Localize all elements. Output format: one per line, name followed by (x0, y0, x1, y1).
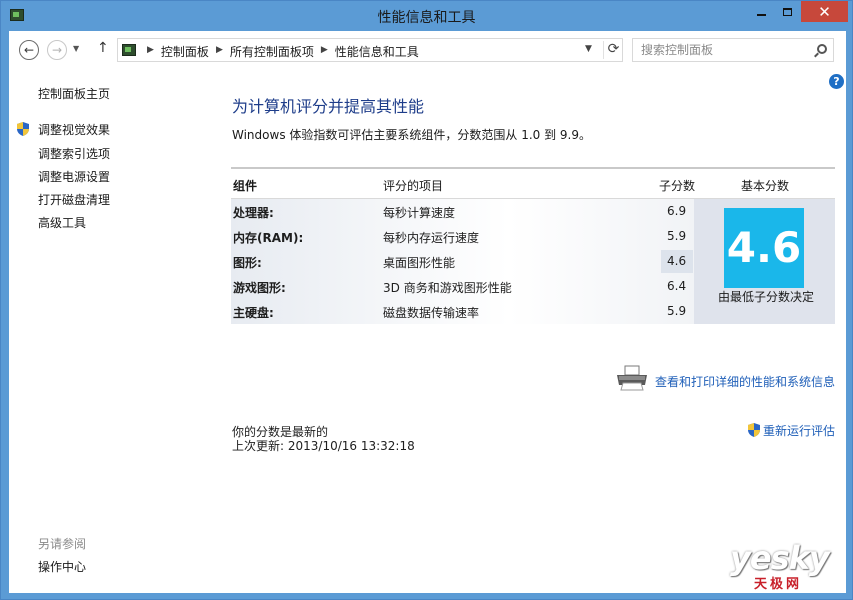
subscore-value: 4.6 (667, 254, 687, 268)
component-name: 图形: (233, 256, 262, 270)
sidebar-link-disk-cleanup[interactable]: 打开磁盘清理 (38, 191, 110, 208)
last-updated: 上次更新: 2013/10/16 13:32:18 (232, 439, 415, 453)
sidebar-link-power-settings[interactable]: 调整电源设置 (38, 168, 110, 185)
uac-shield-icon (17, 122, 29, 136)
help-icon[interactable]: ? (829, 74, 844, 89)
page-subtitle: Windows 体验指数可评估主要系统组件，分数范围从 1.0 到 9.9。 (232, 128, 591, 142)
page-title: 为计算机评分并提高其性能 (232, 97, 425, 116)
rated-item: 每秒内存运行速度 (383, 231, 480, 245)
component-name: 主硬盘: (233, 306, 274, 320)
title-bar[interactable]: 性能信息和工具 ✕ (1, 1, 852, 31)
window: 性能信息和工具 ✕ ← → ▼ ↑ ▶ 控制面板 ▶ 所有控制面板项 ▶ 性能信… (0, 0, 853, 600)
minimize-button[interactable] (748, 1, 774, 22)
breadcrumb-separator-icon[interactable]: ▶ (216, 43, 223, 60)
table-row: 内存(RAM): 每秒内存运行速度 5.9 (231, 224, 694, 249)
view-print-details-link[interactable]: 查看和打印详细的性能和系统信息 (655, 373, 835, 390)
address-dropdown-chevron-icon[interactable]: ▼ (585, 44, 592, 54)
base-score-panel: 4.6 由最低子分数决定 (694, 199, 835, 324)
control-panel-icon (122, 44, 136, 56)
breadcrumb-separator-icon[interactable]: ▶ (321, 43, 328, 60)
rated-item: 桌面图形性能 (383, 256, 456, 270)
address-bar[interactable]: ▶ 控制面板 ▶ 所有控制面板项 ▶ 性能信息和工具 ▼ ⟳ (117, 38, 623, 62)
search-icon[interactable] (817, 44, 827, 54)
component-name: 内存(RAM): (233, 231, 304, 245)
table-row-lowest: 图形: 桌面图形性能 4.6 (231, 249, 694, 274)
rated-item: 每秒计算速度 (383, 206, 456, 220)
table-row: 主硬盘: 磁盘数据传输速率 5.9 (231, 299, 694, 324)
arrow-right-icon: → (51, 43, 63, 57)
table-row: 处理器: 每秒计算速度 6.9 (231, 199, 694, 224)
watermark-subtitle: 天极网 (754, 577, 803, 592)
base-score-caption: 由最低子分数决定 (717, 290, 814, 304)
uac-shield-icon (748, 423, 760, 437)
subscore-value: 5.9 (667, 229, 687, 243)
table-body: 处理器: 每秒计算速度 6.9 内存(RAM): 每秒内存运行速度 5.9 图形… (231, 199, 694, 324)
component-name: 处理器: (233, 206, 274, 220)
breadcrumb-item-performance[interactable]: 性能信息和工具 (335, 43, 419, 60)
search-input[interactable] (641, 40, 811, 60)
rated-item: 3D 商务和游戏图形性能 (383, 281, 512, 295)
arrow-left-icon: ← (23, 43, 35, 57)
main-content: 为计算机评分并提高其性能 Windows 体验指数可评估主要系统组件，分数范围从… (231, 69, 837, 593)
breadcrumb-separator-icon[interactable]: ▶ (147, 43, 154, 60)
navigation-bar: ← → ▼ ↑ ▶ 控制面板 ▶ 所有控制面板项 ▶ 性能信息和工具 ▼ ⟳ (9, 31, 846, 69)
column-header-basescore: 基本分数 (741, 179, 790, 193)
rerun-assessment-link[interactable]: 重新运行评估 (763, 422, 835, 439)
breadcrumb-item-all-items[interactable]: 所有控制面板项 (230, 43, 314, 60)
table-header: 组件 评分的项目 子分数 基本分数 (231, 169, 835, 199)
see-also-heading: 另请参阅 (38, 537, 87, 551)
table-row: 游戏图形: 3D 商务和游戏图形性能 6.4 (231, 274, 694, 299)
minimize-icon (756, 13, 766, 16)
maximize-button[interactable] (774, 1, 800, 22)
rated-item: 磁盘数据传输速率 (383, 306, 480, 320)
watermark: yesky 天极网 (730, 539, 840, 592)
sidebar-link-indexing-options[interactable]: 调整索引选项 (38, 145, 110, 162)
sidebar-link-control-panel-home[interactable]: 控制面板主页 (38, 85, 110, 102)
column-header-subscore: 子分数 (659, 179, 696, 193)
base-score-tile: 4.6 (724, 208, 804, 288)
subscore-value: 6.9 (667, 204, 687, 218)
recent-locations-chevron-icon[interactable]: ▼ (73, 44, 79, 53)
breadcrumb: ▶ 控制面板 ▶ 所有控制面板项 ▶ 性能信息和工具 (140, 43, 419, 60)
refresh-button[interactable]: ⟳ (603, 41, 623, 59)
breadcrumb-item-control-panel[interactable]: 控制面板 (161, 43, 209, 60)
forward-button[interactable]: → (47, 40, 67, 60)
close-icon: ✕ (818, 2, 831, 21)
sidebar-link-action-center[interactable]: 操作中心 (38, 558, 86, 575)
window-title: 性能信息和工具 (377, 10, 476, 26)
back-button[interactable]: ← (19, 40, 39, 60)
component-name: 游戏图形: (233, 281, 286, 295)
subscore-value: 5.9 (667, 304, 687, 318)
sidebar: 控制面板主页 调整视觉效果 调整索引选项 调整电源设置 打开磁盘清理 高级工具 … (9, 69, 219, 593)
sidebar-link-advanced-tools[interactable]: 高级工具 (38, 214, 86, 231)
maximize-icon (782, 7, 792, 16)
watermark-logo: yesky (730, 539, 830, 577)
sidebar-link-visual-effects[interactable]: 调整视觉效果 (38, 121, 110, 138)
column-header-component: 组件 (233, 179, 258, 193)
column-header-item: 评分的项目 (383, 179, 444, 193)
printer-icon[interactable] (615, 365, 649, 391)
close-button[interactable]: ✕ (801, 1, 848, 22)
subscore-value: 6.4 (667, 279, 687, 293)
window-content: ← → ▼ ↑ ▶ 控制面板 ▶ 所有控制面板项 ▶ 性能信息和工具 ▼ ⟳ 搜… (9, 31, 846, 593)
search-box[interactable] (632, 38, 834, 62)
score-table: 组件 评分的项目 子分数 基本分数 处理器: 每秒计算速度 6.9 内存(RAM… (231, 167, 835, 324)
up-button[interactable]: ↑ (97, 40, 109, 56)
